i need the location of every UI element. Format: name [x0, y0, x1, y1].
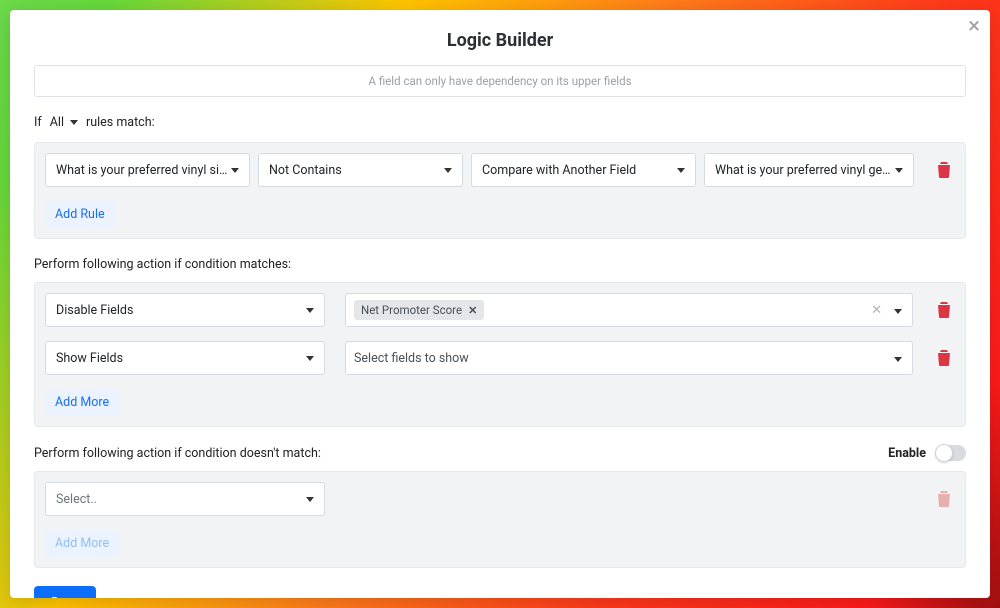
action-row: Select.. [45, 482, 955, 516]
if-suffix: rules match: [86, 115, 155, 130]
rule-operator-select[interactable]: Not Contains [258, 153, 463, 187]
action-row: Show Fields Select fields to show [45, 341, 955, 375]
action-target-multiselect[interactable]: Select fields to show [345, 341, 913, 375]
caret-down-icon [444, 168, 452, 173]
delete-else-action-button[interactable] [933, 488, 955, 510]
caret-down-icon [306, 356, 314, 361]
target-placeholder: Select fields to show [354, 351, 469, 366]
caret-down-icon [306, 308, 314, 313]
tag-label: Net Promoter Score [361, 303, 462, 317]
else-actions-panel: Select.. Add More [34, 471, 966, 568]
delete-action-button[interactable] [933, 299, 955, 321]
remove-tag-icon[interactable]: ✕ [468, 304, 477, 317]
caret-down-icon [895, 168, 903, 173]
rule-row: What is your preferred vinyl size? Not C… [45, 153, 955, 187]
action-type-value: Disable Fields [56, 303, 133, 318]
rule-compare-field-value: What is your preferred vinyl genre? [715, 163, 895, 178]
if-row: If All rules match: [34, 113, 966, 132]
action-type-value: Show Fields [56, 351, 123, 366]
clear-selection-icon[interactable]: ✕ [867, 303, 886, 318]
action-type-select[interactable]: Show Fields [45, 341, 325, 375]
caret-down-icon [306, 497, 314, 502]
else-action-type-select[interactable]: Select.. [45, 482, 325, 516]
add-action-button[interactable]: Add More [45, 389, 119, 416]
logic-builder-modal: × Logic Builder A field can only have de… [10, 10, 990, 598]
action-row: Disable Fields Net Promoter Score ✕ ✕ [45, 293, 955, 327]
rules-panel: What is your preferred vinyl size? Not C… [34, 142, 966, 239]
add-rule-button[interactable]: Add Rule [45, 201, 115, 228]
match-mode-select[interactable]: All [48, 113, 80, 132]
enable-label: Enable [888, 446, 926, 461]
match-mode-value: All [50, 115, 64, 130]
rule-field-select[interactable]: What is your preferred vinyl size? [45, 153, 250, 187]
delete-rule-button[interactable] [933, 159, 955, 181]
match-label: Perform following action if condition ma… [34, 257, 966, 272]
action-target-multiselect[interactable]: Net Promoter Score ✕ ✕ [345, 293, 913, 327]
close-icon[interactable]: × [968, 16, 980, 38]
dropdown-icon[interactable] [892, 351, 906, 366]
add-else-action-button: Add More [45, 530, 119, 557]
rule-field-value: What is your preferred vinyl size? [56, 163, 231, 178]
rule-operator-value: Not Contains [269, 163, 342, 178]
delete-action-button[interactable] [933, 347, 955, 369]
caret-down-icon [677, 168, 685, 173]
save-button[interactable]: Save [34, 586, 96, 598]
rule-compare-type-select[interactable]: Compare with Another Field [471, 153, 696, 187]
action-type-select[interactable]: Disable Fields [45, 293, 325, 327]
caret-down-icon [70, 120, 78, 125]
modal-title: Logic Builder [34, 30, 966, 51]
dropdown-icon[interactable] [892, 303, 906, 318]
selected-tag: Net Promoter Score ✕ [354, 300, 484, 320]
else-label: Perform following action if condition do… [34, 446, 321, 461]
rule-compare-field-select[interactable]: What is your preferred vinyl genre? [704, 153, 914, 187]
enable-else-toggle[interactable] [936, 445, 966, 461]
if-prefix: If [34, 115, 42, 130]
dependency-info: A field can only have dependency on its … [34, 65, 966, 97]
match-actions-panel: Disable Fields Net Promoter Score ✕ ✕ [34, 282, 966, 427]
caret-down-icon [231, 168, 239, 173]
rule-compare-type-value: Compare with Another Field [482, 163, 636, 178]
else-action-placeholder: Select.. [56, 492, 97, 507]
